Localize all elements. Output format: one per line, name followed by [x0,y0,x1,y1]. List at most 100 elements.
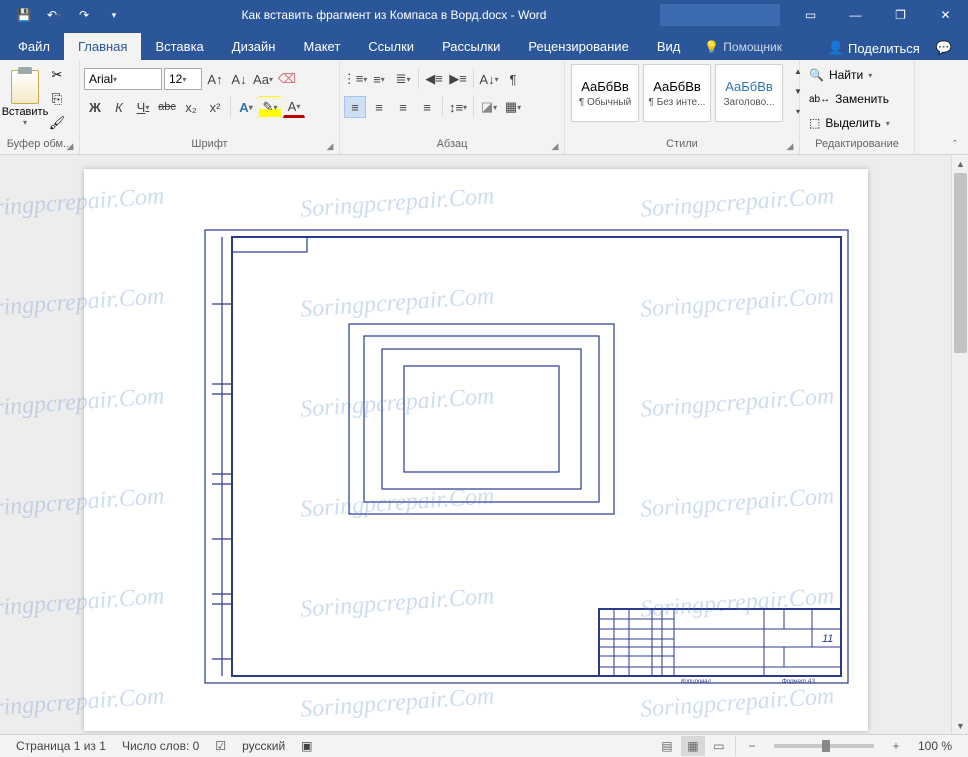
style-no-spacing[interactable]: АаБбВв ¶ Без инте... [643,64,711,122]
web-layout-button[interactable]: ▭ [707,736,731,756]
zoom-slider[interactable] [774,744,874,748]
tab-view[interactable]: Вид [643,33,695,60]
tab-file[interactable]: Файл [4,33,64,60]
zoom-out-button[interactable]: − [740,736,764,756]
replace-button[interactable]: ab↔ Заменить [804,88,895,110]
numbering-icon: ≡ [373,72,381,87]
read-mode-button[interactable]: ▤ [655,736,679,756]
comments-button[interactable]: 💬 [932,36,956,60]
style-preview: АаБбВв [653,79,701,94]
font-name-combo[interactable]: Arial [84,68,162,90]
style-normal[interactable]: АаБбВв ¶ Обычный [571,64,639,122]
ribbon-tabs: Файл Главная Вставка Дизайн Макет Ссылки… [0,30,968,60]
tab-review[interactable]: Рецензирование [514,33,642,60]
shading-button[interactable]: ◪ [478,96,500,118]
close-icon: ✕ [940,8,950,22]
font-size-combo[interactable]: 12 [164,68,202,90]
ribbon: Вставить ▾ ✂ ⎘ 🖌 Буфер обм... ◢ Arial 12… [0,60,968,155]
restore-icon: ❐ [895,8,906,22]
group-font: Arial 12 A↑ A↓ Aa ⌫ Ж К Ч abc x₂ x² A ✎ [80,60,340,154]
underline-button[interactable]: Ч [132,96,154,118]
language-status[interactable]: русский [234,735,293,757]
zoom-level-status[interactable]: 100 % [910,739,960,753]
minimize-button[interactable]: — [833,0,878,30]
collapse-ribbon-button[interactable]: ˆ [946,137,964,153]
text-effects-button[interactable]: A [235,96,257,118]
tab-design[interactable]: Дизайн [218,33,290,60]
align-left-button[interactable]: ≡ [344,96,366,118]
multilevel-list-button[interactable]: ≣ [392,68,414,90]
align-right-button[interactable]: ≡ [392,96,414,118]
align-center-button[interactable]: ≡ [368,96,390,118]
shrink-font-button[interactable]: A↓ [228,68,250,90]
paste-button[interactable]: Вставить ▾ [4,62,46,134]
format-painter-button[interactable]: 🖌 [46,112,68,134]
italic-button[interactable]: К [108,96,130,118]
show-hide-button[interactable]: ¶ [502,68,524,90]
embedded-drawing[interactable]: 11 Копировал Формат А3 [204,229,849,684]
change-case-button[interactable]: Aa [252,68,274,90]
tell-me-helper[interactable]: 💡 Помощник [694,34,792,60]
share-button[interactable]: 👤 Поделиться [820,36,928,60]
spell-check-status[interactable]: ☑ [207,735,234,757]
svg-text:11: 11 [822,633,833,645]
style-heading1[interactable]: АаБбВв Заголово... [715,64,783,122]
font-dialog-launcher[interactable]: ◢ [323,139,337,153]
save-icon: 💾 [17,8,32,22]
macro-record-status[interactable]: ▣ [293,735,320,757]
bold-button[interactable]: Ж [84,96,106,118]
bullets-button[interactable]: ⋮≡ [344,68,366,90]
clipboard-dialog-launcher[interactable]: ◢ [63,139,77,153]
line-spacing-button[interactable]: ↕≡ [447,96,469,118]
style-preview: АаБбВв [725,79,773,94]
zoom-thumb[interactable] [822,740,830,752]
strikethrough-button[interactable]: abc [156,96,178,118]
save-button[interactable]: 💾 [10,2,38,28]
undo-button[interactable]: ↶ [40,2,68,28]
word-count-status[interactable]: Число слов: 0 [114,735,207,757]
cut-button[interactable]: ✂ [46,64,68,86]
styles-dialog-launcher[interactable]: ◢ [783,139,797,153]
find-button[interactable]: 🔍 Найти [804,64,895,86]
zoom-in-button[interactable]: + [884,736,908,756]
print-layout-button[interactable]: ▦ [681,736,705,756]
editing-group-label: Редактирование [804,136,910,154]
record-icon: ▣ [301,739,312,753]
tab-insert[interactable]: Вставка [141,33,217,60]
page-number-status[interactable]: Страница 1 из 1 [8,735,114,757]
borders-button[interactable]: ▦ [502,96,524,118]
scroll-down-arrow[interactable]: ▼ [952,717,968,734]
ribbon-display-options[interactable]: ▭ [788,0,833,30]
copy-button[interactable]: ⎘ [46,88,68,110]
subscript-button[interactable]: x₂ [180,96,202,118]
align-right-icon: ≡ [399,100,407,115]
grow-font-button[interactable]: A↑ [204,68,226,90]
sort-button[interactable]: A↓ [478,68,500,90]
redo-button[interactable]: ↷ [70,2,98,28]
scroll-thumb[interactable] [954,173,967,353]
tab-layout[interactable]: Макет [289,33,354,60]
clear-formatting-button[interactable]: ⌫ [276,68,298,90]
sort-icon: A↓ [479,72,494,87]
decrease-indent-button[interactable]: ◀≡ [423,68,445,90]
scroll-up-arrow[interactable]: ▲ [952,155,968,172]
document-area[interactable]: 11 Копировал Формат А3 ▲ ▼ Soringpcrepai… [0,155,968,734]
highlight-button[interactable]: ✎ [259,96,281,118]
tab-references[interactable]: Ссылки [354,33,428,60]
line-spacing-icon: ↕≡ [449,100,463,115]
select-button[interactable]: ⬚ Выделить [804,112,895,134]
tab-mailings[interactable]: Рассылки [428,33,514,60]
numbering-button[interactable]: ≡ [368,68,390,90]
restore-button[interactable]: ❐ [878,0,923,30]
superscript-button[interactable]: x² [204,96,226,118]
paragraph-dialog-launcher[interactable]: ◢ [548,139,562,153]
user-account-area[interactable] [660,4,780,26]
font-color-button[interactable]: A [283,96,305,118]
qat-customize[interactable]: ▾ [100,2,128,28]
close-button[interactable]: ✕ [923,0,968,30]
drawing-svg: 11 Копировал Формат А3 [204,229,849,684]
increase-indent-button[interactable]: ▶≡ [447,68,469,90]
vertical-scrollbar[interactable]: ▲ ▼ [951,155,968,734]
justify-button[interactable]: ≡ [416,96,438,118]
tab-home[interactable]: Главная [64,33,141,60]
